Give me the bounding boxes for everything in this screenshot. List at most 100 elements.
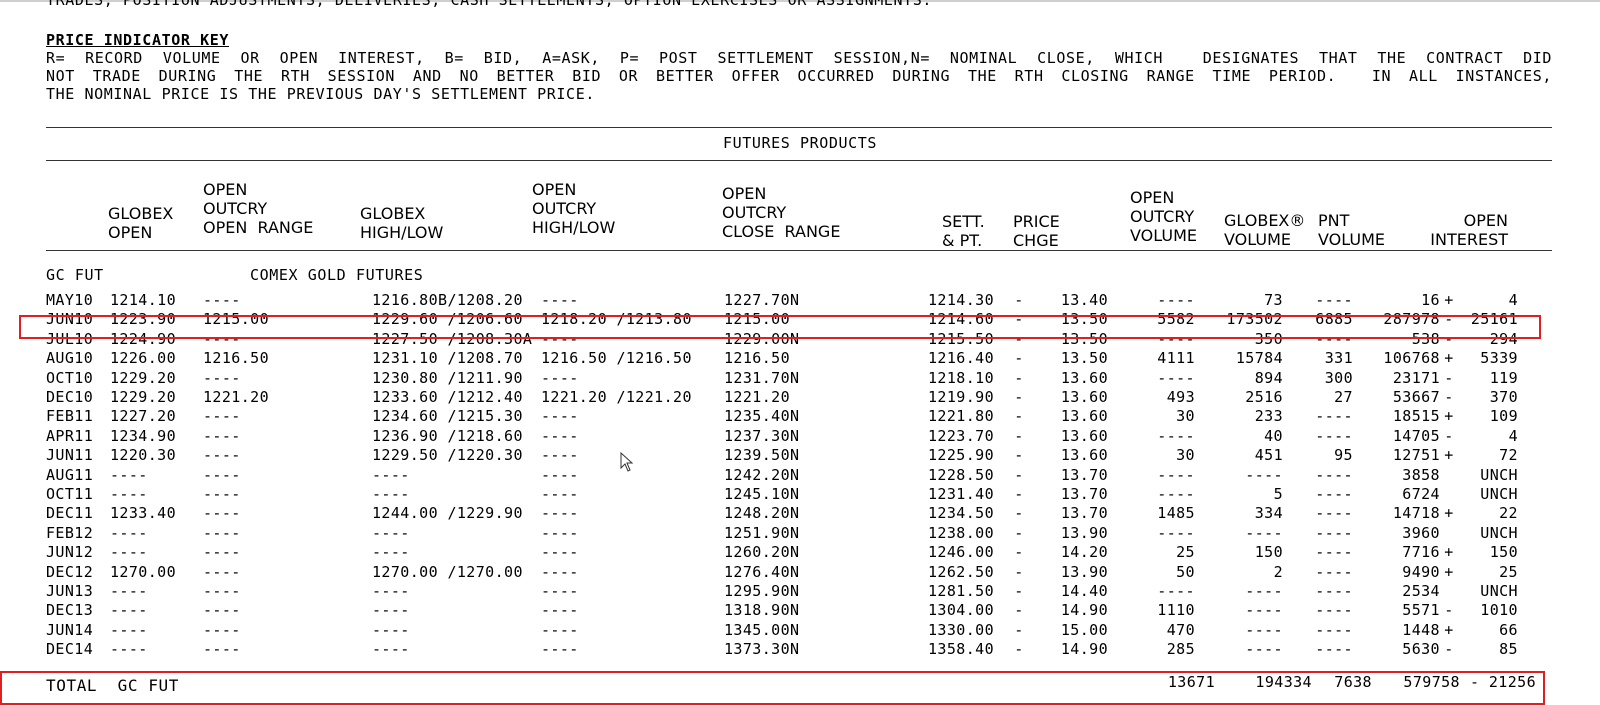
table-cell-ghl: 1230.80 /1211.90 [372,368,523,387]
table-cell-ooclose: 1318.90N [724,601,800,620]
table-cell-sett: 1234.50 [927,504,994,523]
table-cell-oi: 14705 [1392,426,1440,445]
table-cell-oi: 3858 [1402,465,1440,484]
table-cell-pnt: ---- [1315,291,1353,309]
table-cell-sett: 1246.00 [927,543,994,562]
table-cell-ooclose: 1295.90N [724,582,800,600]
table-cell-chg: 13.60 [1060,368,1108,387]
table-cell-month: OCT10 [46,368,94,387]
table-cell-oichg: UNCH [1480,485,1518,503]
table-cell-oichg: 66 [1499,620,1518,639]
table-cell-oi: 18515 [1392,407,1440,426]
table-cell-gvol: 40 [1264,426,1283,445]
table-cell-oisign: + [1444,446,1454,465]
table-cell-oovol: 50 [1176,562,1195,581]
table-cell-sett: 1225.90 [927,446,994,465]
table-cell-oorange: ---- [203,426,241,445]
table-cell-sett: 1358.40 [927,640,994,659]
table-cell-pnt: ---- [1315,407,1353,426]
table-cell-chg: 13.70 [1060,465,1108,484]
header-price-chge: PRICE CHGE [1013,212,1060,250]
header-globex-open: GLOBEX OPEN [108,204,174,242]
table-cell-sign: - [1014,504,1024,523]
table-cell-oichg: 1010 [1480,601,1518,620]
table-cell-sign: - [1014,465,1024,484]
total-open-interest: 579758 [1403,673,1460,691]
table-cell-ooclose: 1221.20 [724,388,791,406]
table-cell-sign: - [1014,485,1024,503]
table-cell-oorange: ---- [203,407,241,426]
table-cell-sign: - [1014,349,1024,368]
table-cell-month: DEC12 [46,562,94,581]
table-cell-oisign: + [1444,504,1454,523]
header-globex-volume: GLOBEX® VOLUME [1224,211,1306,249]
table-cell-chg: 13.40 [1060,291,1108,309]
table-cell-ooclose: 1276.40N [724,562,800,581]
table-cell-oisign: - [1444,640,1454,659]
table-cell-ghl: 1244.00 /1229.90 [372,504,523,523]
table-cell-oichg: 5339 [1480,349,1518,368]
table-cell-gvol: 73 [1264,291,1283,309]
table-cell-oi: 7716 [1402,543,1440,562]
table-cell-oorange: ---- [203,291,241,309]
table-cell-chg: 13.90 [1060,523,1108,542]
table-cell-ghl: ---- [372,620,410,639]
table-cell-oohl: ---- [541,504,579,523]
table-cell-oorange: ---- [203,368,241,387]
table-cell-chg: 13.70 [1060,504,1108,523]
table-cell-sett: 1221.80 [927,407,994,426]
table-cell-gvol: ---- [1245,620,1283,639]
table-cell-oohl: ---- [541,426,579,445]
table-cell-month: JUN11 [46,446,94,465]
table-cell-gvol: ---- [1245,465,1283,484]
table-cell-oorange: ---- [203,582,241,600]
table-cell-oisign: + [1444,543,1454,562]
table-cell-month: JUN12 [46,543,94,562]
table-cell-sett: 1231.40 [927,485,994,503]
table-cell-oohl: ---- [541,407,579,426]
table-cell-ghl: ---- [372,582,410,600]
table-cell-oorange: ---- [203,640,241,659]
table-cell-ghl: ---- [372,485,410,503]
table-cell-oichg: 4 [1508,291,1518,309]
table-cell-chg: 13.60 [1060,388,1108,406]
table-cell-gopen: 1229.20 [110,368,177,387]
table-cell-oi: 5571 [1402,601,1440,620]
table-cell-oorange: ---- [203,543,241,562]
table-cell-ooclose: 1216.50 [724,349,791,368]
table-cell-gvol: 451 [1254,446,1283,465]
table-cell-ghl: 1270.00 /1270.00 [372,562,523,581]
table-cell-ghl: ---- [372,543,410,562]
table-cell-chg: 13.60 [1060,426,1108,445]
table-cell-oi: 12751 [1392,446,1440,465]
table-cell-sign: - [1014,543,1024,562]
table-cell-sign: - [1014,446,1024,465]
table-cell-oohl: ---- [541,485,579,503]
table-cell-gopen: ---- [110,543,148,562]
table-cell-month: MAY10 [46,291,94,309]
total-globex-volume: 194334 [1255,673,1312,691]
table-cell-month: JUN14 [46,620,94,639]
table-cell-pnt: ---- [1315,504,1353,523]
table-cell-sign: - [1014,620,1024,639]
table-cell-pnt: 27 [1334,388,1353,406]
table-cell-gopen: 1270.00 [110,562,177,581]
table-cell-oi: 9490 [1402,562,1440,581]
table-cell-gopen: ---- [110,601,148,620]
table-cell-oichg: 370 [1489,388,1518,406]
table-cell-month: DEC10 [46,388,94,406]
table-cell-oohl: ---- [541,291,579,309]
table-cell-oi: 2534 [1402,582,1440,600]
table-cell-sign: - [1014,426,1024,445]
table-cell-sett: 1214.30 [927,291,994,309]
table-cell-oisign: + [1444,562,1454,581]
table-cell-oovol: ---- [1157,465,1195,484]
table-cell-oichg: 150 [1489,543,1518,562]
table-cell-oisign: + [1444,291,1454,309]
header-sett-pt: SETT. & PT. [942,212,985,250]
table-cell-oichg: 72 [1499,446,1518,465]
table-cell-oohl: ---- [541,582,579,600]
table-cell-sign: - [1014,388,1024,406]
table-cell-oorange: ---- [203,485,241,503]
table-cell-oorange: ---- [203,446,241,465]
